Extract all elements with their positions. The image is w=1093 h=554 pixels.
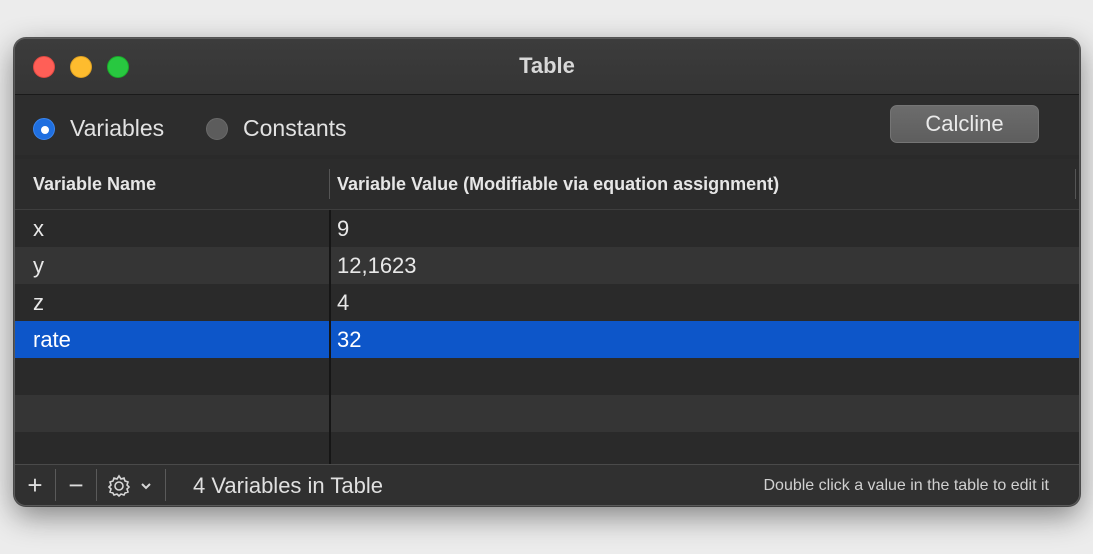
calcline-button[interactable]: Calcline <box>890 105 1039 143</box>
variable-value-cell[interactable]: 12,1623 <box>337 247 417 284</box>
table-row-selected[interactable]: rate 32 <box>15 321 1079 358</box>
variable-count-text: 4 Variables in Table <box>193 473 383 498</box>
footer-bar: + − 4 Variables in Table Double click a … <box>15 464 1079 505</box>
table-row[interactable]: x 9 <box>15 210 1079 247</box>
table-body[interactable]: x 9 y 12,1623 z 4 rate 32 <box>15 210 1079 464</box>
radio-variables[interactable]: Variables <box>33 115 164 142</box>
chevron-down-icon <box>141 483 151 490</box>
variable-value-cell[interactable]: 4 <box>337 284 349 321</box>
window-title: Table <box>519 53 575 78</box>
empty-row <box>15 395 1079 432</box>
edit-hint-text: Double click a value in the table to edi… <box>763 477 1050 494</box>
table-header: Variable Name Variable Value (Modifiable… <box>15 159 1079 210</box>
variable-value-cell[interactable]: 32 <box>337 321 361 358</box>
remove-variable-button[interactable]: − <box>56 465 96 505</box>
empty-row <box>15 432 1079 464</box>
column-divider <box>329 210 331 464</box>
column-header-name[interactable]: Variable Name <box>33 159 156 209</box>
column-header-value[interactable]: Variable Value (Modifiable via equation … <box>337 159 779 209</box>
empty-row <box>15 358 1079 395</box>
variable-value-cell[interactable]: 9 <box>337 210 349 247</box>
variable-name-cell[interactable]: rate <box>33 321 71 358</box>
table-row[interactable]: y 12,1623 <box>15 247 1079 284</box>
gear-icon <box>107 474 151 498</box>
table-row[interactable]: z 4 <box>15 284 1079 321</box>
column-resize-handle-end[interactable] <box>1075 169 1076 199</box>
radio-selected-icon[interactable] <box>33 117 55 140</box>
variable-name-cell[interactable]: x <box>33 210 44 247</box>
radio-unselected-icon[interactable] <box>206 117 228 140</box>
table-window: Table Variables Constants Calcline Varia… <box>14 38 1080 506</box>
add-variable-button[interactable]: + <box>15 465 55 505</box>
variable-name-cell[interactable]: z <box>33 284 44 321</box>
radio-constants-label: Constants <box>243 115 347 141</box>
toolbar: Variables Constants Calcline <box>15 95 1079 155</box>
radio-constants[interactable]: Constants <box>206 115 347 142</box>
footer-divider <box>165 469 166 501</box>
action-menu-button[interactable] <box>97 465 165 505</box>
variable-name-cell[interactable]: y <box>33 247 44 284</box>
radio-variables-label: Variables <box>70 115 165 141</box>
title-bar[interactable]: Table <box>15 39 1079 95</box>
column-resize-handle[interactable] <box>329 169 330 199</box>
